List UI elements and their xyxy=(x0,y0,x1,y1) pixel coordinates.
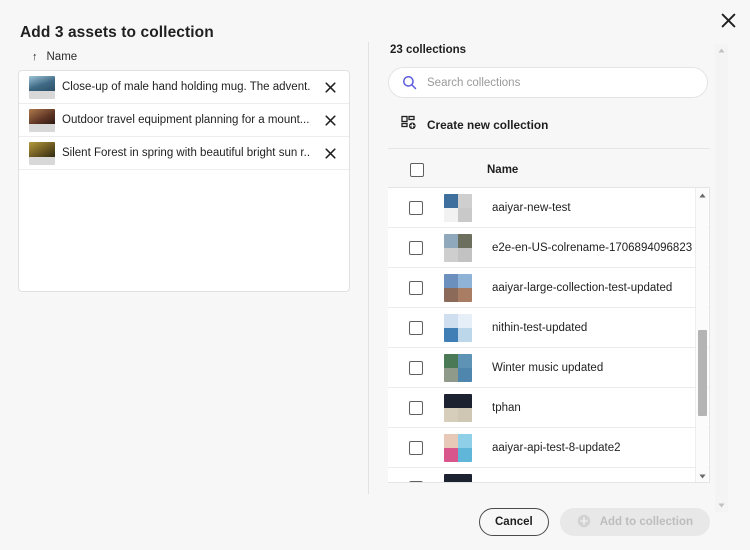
close-icon[interactable] xyxy=(311,104,349,136)
list-item[interactable]: Close-up of male hand holding mug. The a… xyxy=(19,71,349,104)
scrollbar-thumb[interactable] xyxy=(698,330,707,416)
chevron-down-icon[interactable] xyxy=(696,470,709,483)
row-checkbox[interactable] xyxy=(409,241,423,255)
asset-thumbnail xyxy=(29,109,55,132)
table-row[interactable]: aaiyar-new-test xyxy=(388,188,709,228)
plus-circle-icon xyxy=(577,514,591,531)
collection-name: e2e-en-US-colrename-1706894096823 r... xyxy=(492,242,709,254)
search-collections-field[interactable] xyxy=(388,67,708,98)
row-checkbox[interactable] xyxy=(409,441,423,455)
page-title: Add 3 assets to collection xyxy=(20,24,214,42)
panel-divider xyxy=(368,42,369,494)
cancel-button[interactable]: Cancel xyxy=(479,508,549,536)
collection-name: Winter music updated xyxy=(492,362,709,374)
selected-assets-panel: ↑ Name Close-up of male hand holding mug… xyxy=(18,46,353,296)
asset-title: Silent Forest in spring with beautiful b… xyxy=(62,147,311,159)
selected-assets-list: Close-up of male hand holding mug. The a… xyxy=(18,70,350,292)
chevron-up-icon[interactable] xyxy=(715,44,728,57)
dialog-footer: Cancel Add to collection xyxy=(0,494,750,550)
section-divider xyxy=(388,148,710,149)
list-item[interactable]: Outdoor travel equipment planning for a … xyxy=(19,104,349,137)
collection-name: aaiyar-large-collection-test-updated xyxy=(492,282,709,294)
collection-thumbnail xyxy=(444,314,472,342)
row-checkbox[interactable] xyxy=(409,321,423,335)
collection-name: nithin-test-updated xyxy=(492,322,709,334)
add-to-collection-button[interactable]: Add to collection xyxy=(560,508,710,536)
add-to-collection-label: Add to collection xyxy=(600,516,693,528)
close-icon[interactable] xyxy=(311,71,349,103)
column-header-name: Name xyxy=(487,164,518,176)
search-input[interactable] xyxy=(427,77,677,89)
collection-thumbnail xyxy=(444,234,472,262)
row-checkbox[interactable] xyxy=(409,401,423,415)
collection-thumbnail xyxy=(444,434,472,462)
create-collection-icon xyxy=(401,115,417,136)
collections-count: 23 collections xyxy=(390,44,710,56)
collection-name: aaiyar-api-test-6 xyxy=(492,482,709,484)
collection-thumbnail xyxy=(444,394,472,422)
collection-name: tphan xyxy=(492,402,709,414)
collection-name: aaiyar-new-test xyxy=(492,202,709,214)
sort-by-name-header[interactable]: ↑ Name xyxy=(18,46,77,68)
dialog-scrollbar[interactable] xyxy=(715,44,728,512)
asset-title: Outdoor travel equipment planning for a … xyxy=(62,114,311,126)
add-to-collection-dialog: Add 3 assets to collection ↑ Name Close-… xyxy=(0,0,750,550)
row-checkbox[interactable] xyxy=(409,481,423,484)
collection-thumbnail xyxy=(444,354,472,382)
create-new-collection-label: Create new collection xyxy=(427,118,548,132)
close-icon[interactable] xyxy=(311,137,349,169)
collection-thumbnail xyxy=(444,274,472,302)
asset-thumbnail xyxy=(29,142,55,165)
list-item[interactable]: Silent Forest in spring with beautiful b… xyxy=(19,137,349,170)
table-row[interactable]: aaiyar-api-test-6 xyxy=(388,468,709,483)
collections-list-scrollbar[interactable] xyxy=(695,188,708,483)
row-checkbox[interactable] xyxy=(409,281,423,295)
table-row[interactable]: aaiyar-large-collection-test-updated xyxy=(388,268,709,308)
select-all-checkbox[interactable] xyxy=(410,163,424,177)
collection-thumbnail xyxy=(444,194,472,222)
table-row[interactable]: e2e-en-US-colrename-1706894096823 r... xyxy=(388,228,709,268)
table-row[interactable]: Winter music updated xyxy=(388,348,709,388)
chevron-up-icon[interactable] xyxy=(696,189,709,202)
collections-list: aaiyar-new-test e2e-en-US-colrename-1706… xyxy=(388,187,710,483)
collection-thumbnail xyxy=(444,474,472,484)
close-icon[interactable] xyxy=(712,4,744,36)
table-row[interactable]: nithin-test-updated xyxy=(388,308,709,348)
collections-panel: 23 collections Create new col xyxy=(388,44,710,483)
sort-column-label: Name xyxy=(47,51,78,63)
arrow-up-icon: ↑ xyxy=(32,52,38,63)
collection-name: aaiyar-api-test-8-update2 xyxy=(492,442,709,454)
asset-title: Close-up of male hand holding mug. The a… xyxy=(62,81,311,93)
table-row[interactable]: aaiyar-api-test-8-update2 xyxy=(388,428,709,468)
table-row[interactable]: tphan xyxy=(388,388,709,428)
asset-thumbnail xyxy=(29,76,55,99)
search-icon xyxy=(402,75,417,90)
create-new-collection-button[interactable]: Create new collection xyxy=(401,113,548,137)
row-checkbox[interactable] xyxy=(409,361,423,375)
row-checkbox[interactable] xyxy=(409,201,423,215)
collections-table-header: Name xyxy=(388,155,710,185)
